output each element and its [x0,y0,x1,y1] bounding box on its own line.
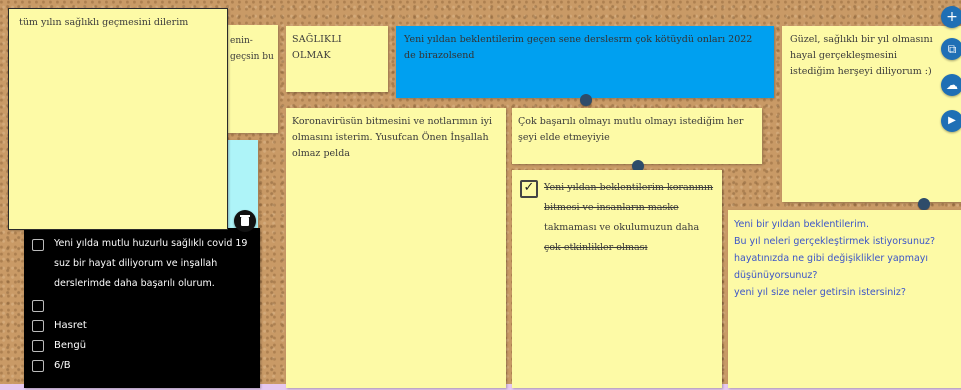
pin-guzel [918,198,930,210]
note-top-left-text: tüm yılın sağlıklı geçmesini dilerim [19,17,189,28]
copy-icon[interactable]: ⧉ [941,38,961,60]
note-cok-basarili-text: Çok başarılı olmayı mutlu olmayı istediğ… [518,116,744,143]
trash-icon[interactable] [234,210,256,232]
checklist-item-4-checkbox[interactable] [32,340,44,352]
checklist-item-5-text: 6/B [54,360,71,371]
note-behind-text-1: enin- [230,36,253,46]
note-saglikli-olmak[interactable]: SAĞLIKLI OLMAK [286,26,388,92]
note-black-checklist[interactable]: Yeni yılda mutlu huzurlu sağlıklı covid … [24,228,260,388]
note-korona-text: Koronavirüsün bitmesini ve notlarımın iy… [292,116,493,159]
checklist-item-4-text: Bengü [54,340,87,351]
video-icon[interactable]: ▶ [941,110,961,132]
note-blue[interactable]: Yeni yıldan beklentilerim geçen sene der… [396,26,774,98]
note-top-left[interactable]: tüm yılın sağlıklı geçmesini dilerim [8,8,228,230]
add-icon[interactable]: + [941,6,961,28]
checklist-item-2-checkbox[interactable] [32,300,44,312]
checklist-item-1-text: Yeni yılda mutlu huzurlu sağlıklı covid … [54,238,248,289]
question-1: Yeni bir yıldan beklentilerim. [734,219,870,230]
question-2: Bu yıl neleri gerçekleştirmek istiyorsun… [734,236,936,247]
note-questions[interactable]: Yeni bir yıldan beklentilerim. Bu yıl ne… [728,210,961,388]
checked-note-line-4: çok etkinlikler olması [544,242,648,253]
cloud-icon[interactable]: ☁ [941,74,961,96]
corkboard: enin- geçsin bu SAĞLIKLI OLMAK Yeni yıld… [0,0,961,388]
checklist-item-3-text: Hasret [54,320,87,331]
checklist-item-1-checkbox[interactable] [32,239,44,251]
note-behind-text-2: geçsin bu [230,52,274,62]
question-4: yeni yıl size neler getirsin istersiniz? [734,287,906,298]
note-saglikli-olmak-text: SAĞLIKLI OLMAK [292,34,342,61]
checklist-item-5-checkbox[interactable] [32,360,44,372]
note-checked[interactable]: ✓ Yeni yıldan beklentilerim koranının bi… [512,170,722,388]
checked-note-line-3: takmaması ve okulumuzun daha [544,222,700,233]
note-guzel[interactable]: Güzel, sağlıklı bir yıl olmasını hayal g… [782,26,961,202]
checked-note-line-2: bitmesi ve insanların maske [544,202,679,213]
question-3: hayatınızda ne gibi değişiklikler yapmay… [734,253,929,281]
note-guzel-text: Güzel, sağlıklı bir yıl olmasını hayal g… [790,34,933,77]
pin-blue [580,94,592,106]
note-korona[interactable]: Koronavirüsün bitmesini ve notlarımın iy… [286,108,506,388]
checked-checkbox-icon[interactable]: ✓ [520,180,538,198]
note-blue-text: Yeni yıldan beklentilerim geçen sene der… [404,34,753,61]
checked-note-line-1: Yeni yıldan beklentilerim koranının [544,182,714,193]
checklist-item-3-checkbox[interactable] [32,320,44,332]
note-cok-basarili[interactable]: Çok başarılı olmayı mutlu olmayı istediğ… [512,108,762,164]
